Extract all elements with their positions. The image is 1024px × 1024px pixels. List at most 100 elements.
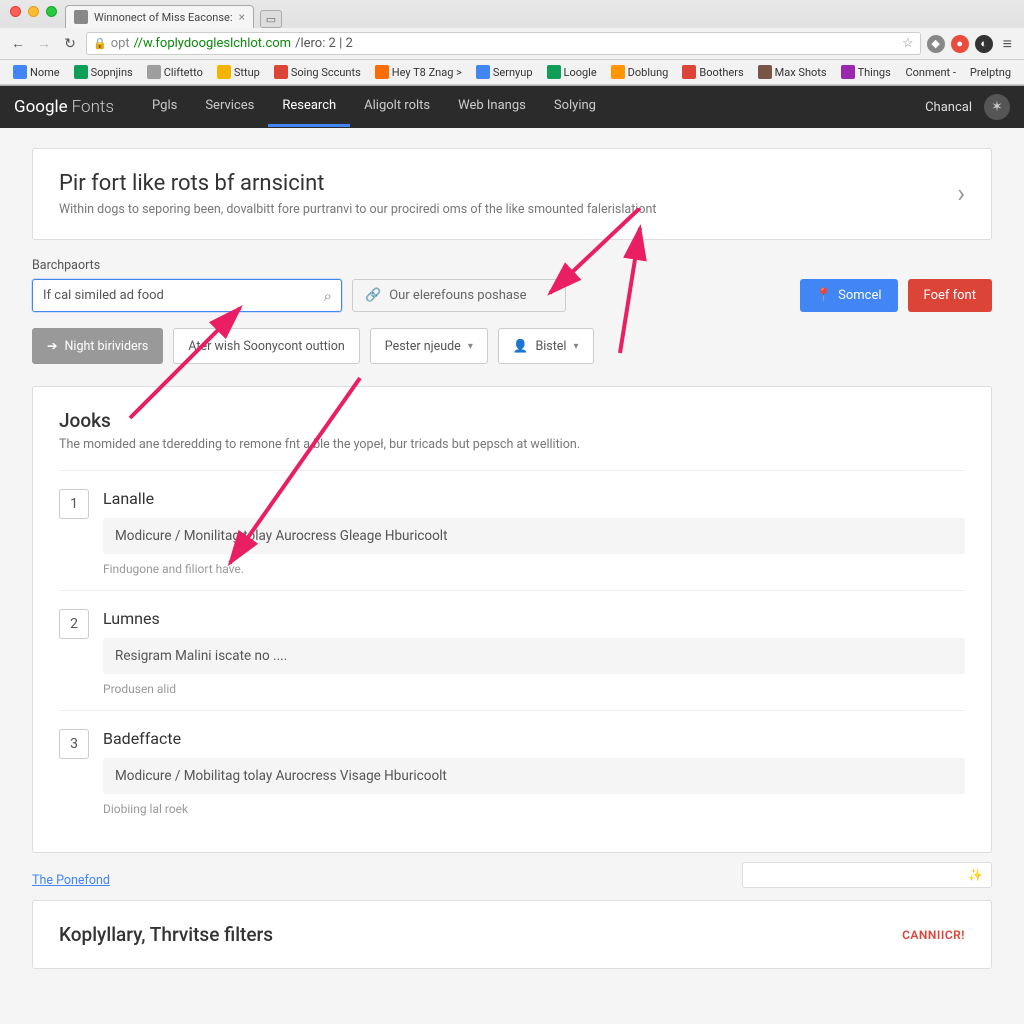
minimize-window[interactable] — [28, 6, 39, 17]
bookmark-item[interactable]: Sopnjins — [69, 63, 138, 81]
bookmark-item[interactable]: Sttup — [212, 63, 265, 81]
bookmark-label: Boothers — [699, 66, 743, 79]
bookmarks-bar: Nome Sopnjins Cliftetto Sttup Soing SccuntsH… — [0, 60, 1024, 85]
link-box[interactable]: 🔗 Our elerefouns poshase — [352, 279, 566, 312]
hero-subtitle: Within dogs to seporing been, dovalbitt … — [59, 202, 656, 217]
logo[interactable]: Google Fonts — [14, 97, 114, 117]
star-icon: ✨ — [968, 868, 983, 882]
lower-link[interactable]: CANNIICR! — [902, 928, 965, 942]
user-label[interactable]: Chancal — [925, 100, 972, 115]
result-number: 1 — [59, 489, 89, 519]
results-heading: Jooks — [59, 409, 965, 432]
search-input[interactable] — [32, 279, 342, 312]
reload-button[interactable]: ↻ — [60, 34, 80, 54]
nav-item[interactable]: Web Inangs — [444, 87, 540, 127]
filter-label: Pester njeude — [385, 339, 461, 354]
bookmark-item[interactable]: Doblung — [606, 63, 674, 81]
bookmark-favicon — [74, 65, 88, 79]
bookmark-item[interactable]: Boothers — [677, 63, 748, 81]
result-preview: Modicure / Mobilitag tolay Aurocress Vis… — [103, 758, 965, 794]
filter-pester[interactable]: Pester njeude ▾ — [370, 328, 488, 364]
bookmark-favicon — [611, 65, 625, 79]
result-meta: Diobiing lal roek — [103, 802, 965, 816]
logo-google: Google — [14, 97, 68, 117]
bookmark-item[interactable]: Prelptng — [965, 64, 1016, 81]
bookmark-label: Sopnjins — [91, 66, 133, 79]
link-icon: 🔗 — [365, 288, 381, 303]
url-protocol: opt — [111, 36, 130, 51]
url-bar[interactable]: 🔒 opt //w.foplydoogleslchlot.com /lero: … — [86, 32, 921, 55]
result-title[interactable]: Lumnes — [103, 609, 965, 628]
search-label: Barchpaorts — [32, 258, 992, 273]
hero-text: Pir fort like rots bf arnsicint Within d… — [59, 171, 656, 217]
search-icon[interactable]: ⌕ — [324, 287, 332, 305]
hero-title: Pir fort like rots bf arnsicint — [59, 171, 656, 196]
bookmark-label: Nome — [30, 66, 60, 79]
footer-input[interactable]: ✨ — [742, 862, 992, 888]
nav-bar: ← → ↻ 🔒 opt //w.foplydoogleslchlot.com /… — [0, 28, 1024, 60]
result-meta: Findugone and filiort have. — [103, 562, 965, 576]
primary-button[interactable]: 📍 Somcel — [800, 279, 898, 312]
nav-item[interactable]: Pgls — [138, 87, 191, 127]
url-host: //w.foplydoogleslchlot.com — [134, 36, 291, 51]
pin-icon: 📍 — [816, 288, 832, 303]
back-button[interactable]: ← — [8, 34, 28, 54]
filter-bistel[interactable]: 👤 Bistel ▾ — [498, 328, 594, 364]
user-icon: 👤 — [513, 339, 529, 354]
hero-card: Pir fort like rots bf arnsicint Within d… — [32, 148, 992, 240]
nav-item[interactable]: Research — [268, 87, 350, 127]
bookmark-label: Sernyup — [493, 66, 533, 79]
bookmark-item[interactable]: Hey T8 Znag > — [370, 63, 467, 81]
arrow-icon: ➔ — [47, 338, 57, 354]
bookmark-item[interactable]: Conment - — [900, 64, 960, 81]
bookmark-label: Sttup — [234, 66, 260, 79]
secondary-button[interactable]: Foef font — [908, 279, 992, 312]
bookmark-star-icon[interactable]: ☆ — [902, 36, 914, 51]
bookmark-favicon — [841, 65, 855, 79]
url-path: /lero: 2 | 2 — [295, 36, 353, 51]
bookmark-item[interactable]: Cliftetto — [142, 63, 208, 81]
result-title[interactable]: Badeffacte — [103, 729, 965, 748]
extension-icon-3[interactable]: ◐ — [975, 35, 993, 53]
filter-night[interactable]: ➔ Night birividers — [32, 328, 163, 364]
chevron-down-icon: ▾ — [573, 341, 578, 352]
browser-tab[interactable]: Winnonect of Miss Eaconse: × — [65, 5, 254, 28]
result-item: 2 Lumnes Resigram Malini iscate no .... … — [59, 590, 965, 710]
maximize-window[interactable] — [46, 6, 57, 17]
extension-icon-2[interactable]: ● — [951, 35, 969, 53]
filter-ater[interactable]: Ater wish Soonycont outtion — [173, 328, 359, 364]
result-title[interactable]: Lanalle — [103, 489, 965, 508]
nav-item[interactable]: Services — [191, 87, 268, 127]
forward-button[interactable]: → — [34, 34, 54, 54]
results-card: Jooks The momided ane tderedding to remo… — [32, 386, 992, 853]
nav-item[interactable]: Aligolt rolts — [350, 87, 444, 127]
result-number: 2 — [59, 609, 89, 639]
bookmark-item[interactable]: Max Shots — [753, 63, 832, 81]
footer-link[interactable]: The Ponefond — [32, 873, 110, 888]
bookmark-item[interactable]: Sernyup — [471, 63, 538, 81]
content: Pir fort like rots bf arnsicint Within d… — [0, 128, 1024, 989]
menu-icon[interactable]: ≡ — [999, 34, 1016, 54]
bookmark-favicon — [547, 65, 561, 79]
bookmark-favicon — [13, 65, 27, 79]
chevron-right-icon[interactable]: › — [957, 179, 965, 209]
chevron-down-icon: ▾ — [468, 341, 473, 352]
close-tab-icon[interactable]: × — [239, 10, 245, 24]
bookmark-item[interactable]: Soing Sccunts — [269, 63, 366, 81]
primary-button-label: Somcel — [838, 288, 881, 303]
search-input-wrap: ⌕ — [32, 279, 342, 312]
bookmark-favicon — [217, 65, 231, 79]
nav-item[interactable]: Solying — [540, 87, 610, 127]
bookmark-item[interactable]: Loogle — [542, 63, 602, 81]
bookmark-favicon — [758, 65, 772, 79]
new-tab-button[interactable]: ▭ — [260, 10, 282, 28]
avatar[interactable]: ✶ — [984, 94, 1010, 120]
bookmark-item[interactable]: Things — [836, 63, 896, 81]
bookmark-label: Loogle — [564, 66, 597, 79]
bookmark-item[interactable]: Nome — [8, 63, 65, 81]
bookmark-favicon — [147, 65, 161, 79]
close-window[interactable] — [10, 6, 21, 17]
extension-icon-1[interactable]: ◆ — [927, 35, 945, 53]
result-item: 1 Lanalle Modicure / Monilitag tolay Aur… — [59, 470, 965, 590]
footer-bar: The Ponefond ✨ — [32, 861, 992, 888]
